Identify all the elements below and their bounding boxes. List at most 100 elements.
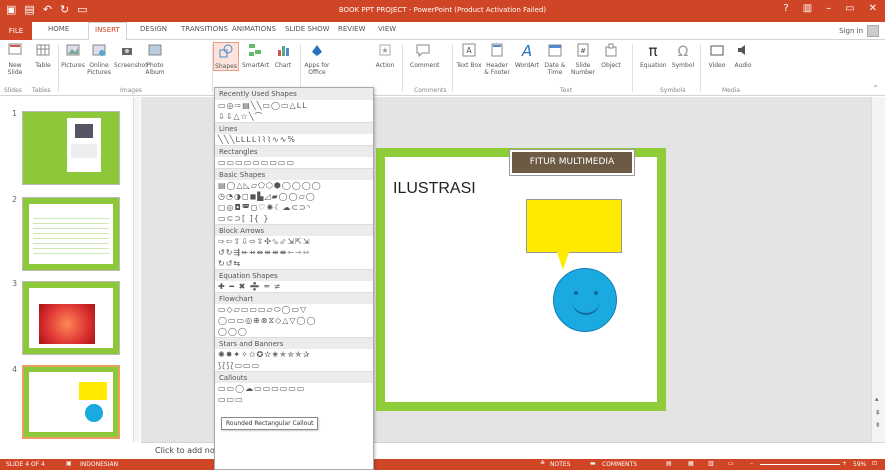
zoom-in-icon[interactable]: + <box>842 460 847 467</box>
normal-view-icon[interactable]: ▤ <box>666 460 672 467</box>
help-icon[interactable]: ? <box>783 3 788 14</box>
fit-slide-icon[interactable]: ⊡ <box>872 460 877 467</box>
slide-number-button[interactable]: # Slide Number <box>570 42 596 76</box>
zoom-slider[interactable] <box>760 464 840 465</box>
smiley-face-shape[interactable] <box>553 268 617 332</box>
shape-row[interactable]: ▭▭▭ <box>215 394 373 405</box>
reading-view-icon[interactable]: ▥ <box>708 460 714 467</box>
text-box-button[interactable]: A Text Box <box>456 42 482 69</box>
comments-toggle[interactable]: COMMENTS <box>602 461 637 468</box>
notes-toggle[interactable]: NOTES <box>550 461 570 468</box>
shape-row[interactable]: ✺✸✦✧✩✪✫✬✭✮✯✰ <box>215 349 373 360</box>
thumbnail-content <box>29 372 113 432</box>
shape-row[interactable]: ▢◎◘◚◻♡✺☾☁⊂⊃◝ <box>215 202 373 213</box>
shape-row[interactable]: ⟆⟅⟆⟅▭▭▭ <box>215 360 373 371</box>
photo-album-button[interactable]: Photo Album <box>142 42 168 76</box>
window-title: BOOK PPT PROJECT - PowerPoint (Product A… <box>338 6 547 14</box>
shape-row[interactable]: ✚ ━ ✖ ➗ ═ ≠ <box>215 281 373 292</box>
tab-home[interactable]: HOME <box>48 25 69 33</box>
tab-review[interactable]: REVIEW <box>338 25 365 33</box>
symbol-button[interactable]: Ω Symbol <box>670 42 696 69</box>
shape-row[interactable]: ╲╲╲ᒪᒪᒪᒪ⌇⌇⌇∿∿% <box>215 134 373 145</box>
language-status[interactable]: INDONESIAN <box>80 461 118 468</box>
smartart-icon <box>249 44 261 56</box>
online-pictures-icon <box>92 44 106 56</box>
spelling-icon[interactable]: ▣ <box>66 460 72 467</box>
slide-thumbnail-4[interactable] <box>22 365 120 439</box>
shape-row[interactable]: ▭▭◯☁▭▭▭▭▭▭ <box>215 383 373 394</box>
photo-album-icon <box>148 44 162 56</box>
slide-thumbnail-3[interactable] <box>22 281 120 355</box>
slide-show-icon[interactable]: ▭ <box>728 460 734 467</box>
editor-scrollbar[interactable]: ▴ ⇞ ⇟ <box>871 97 885 442</box>
header-footer-button[interactable]: Header & Footer <box>484 42 510 76</box>
shape-row[interactable]: ▤◯△◺▱⬠⬡⬢◯◯◯◯ <box>215 180 373 191</box>
chart-button[interactable]: Chart <box>270 42 296 69</box>
apps-for-office-button[interactable]: Apps for Office <box>304 42 330 76</box>
thumbnail-table <box>33 214 109 258</box>
shape-row[interactable]: ▭▭▭▭▭▭▭▭▭ <box>215 157 373 168</box>
section-stars-banners: Stars and Banners <box>215 337 373 349</box>
collapse-ribbon-icon[interactable]: ⌃ <box>872 84 879 93</box>
close-icon[interactable]: ✕ <box>869 3 877 14</box>
tab-slide-show[interactable]: SLIDE SHOW <box>285 25 330 33</box>
tab-view[interactable]: VIEW <box>378 25 396 33</box>
smartart-button[interactable]: SmartArt <box>242 42 269 69</box>
new-slide-icon <box>8 43 22 55</box>
shape-row[interactable]: ↻↺⇆ <box>215 258 373 269</box>
minimize-icon[interactable]: – <box>826 3 831 14</box>
shape-tooltip: Rounded Rectangular Callout <box>221 417 319 430</box>
shape-row[interactable]: ↺↻⇶⇷⇸⇹⇺⇻⇼⇽⇾⇿ <box>215 247 373 258</box>
new-slide-button[interactable]: New Slide <box>2 42 28 76</box>
sign-in[interactable]: Sign in <box>839 25 879 37</box>
thumbnail-flower-image <box>39 304 95 344</box>
tab-animations[interactable]: ANIMATIONS <box>232 25 276 33</box>
slide-number-label: Slide Number <box>570 62 596 76</box>
next-slide-icon[interactable]: ⇟ <box>875 421 881 429</box>
shape-row[interactable]: ◯▭▭◎⊕⊗⧖◇△▽◯◯ <box>215 315 373 326</box>
zoom-out-icon[interactable]: – <box>750 460 753 467</box>
online-pictures-button[interactable]: Online Pictures <box>86 42 112 76</box>
shape-row[interactable]: ⇩⇩△☆╲⌒ <box>215 111 373 122</box>
pictures-button[interactable]: Pictures <box>60 42 86 69</box>
smiley-eye <box>594 291 598 295</box>
shapes-button[interactable]: Shapes <box>213 42 239 71</box>
shape-row[interactable]: ⇨⇦⇧⇩⬄⇳✣⬂⬃⇲⇱⇲ <box>215 236 373 247</box>
shape-row[interactable]: ▭◇▱▭▭▭▱⬭◯▭▽ <box>215 304 373 315</box>
tab-transitions[interactable]: TRANSITIONS <box>181 25 228 33</box>
apps-label: Apps for Office <box>304 62 330 76</box>
video-button[interactable]: Video <box>704 42 730 69</box>
tab-file[interactable]: FILE <box>0 22 32 40</box>
equation-button[interactable]: π Equation <box>640 42 667 69</box>
comment-button[interactable]: Comment <box>410 42 439 69</box>
shape-row[interactable]: ◯◯◯ <box>215 326 373 337</box>
action-button[interactable]: ★ Action <box>372 42 398 69</box>
shape-row[interactable]: ▭◎⇨▤╲╲▭◯▭△ᒪᒪ <box>215 100 373 111</box>
shape-row[interactable]: ◷◔◑◻◼▙◿▰◯◯▱◯ <box>215 191 373 202</box>
slide-section-tag[interactable]: FITUR MULTIMEDIA <box>510 150 634 175</box>
tab-design[interactable]: DESIGN <box>140 25 167 33</box>
group-separator <box>452 44 453 92</box>
slide-thumbnail-2[interactable] <box>22 197 120 271</box>
thumbnails-scrollbar[interactable] <box>133 97 140 442</box>
slide-thumbnail-1[interactable] <box>22 111 120 185</box>
table-button[interactable]: Table <box>30 42 56 69</box>
video-icon <box>710 45 724 56</box>
slide-title[interactable]: ILUSTRASI <box>393 180 476 198</box>
object-button[interactable]: Object <box>598 42 624 69</box>
speech-callout-shape[interactable] <box>526 199 622 253</box>
speaker-icon <box>738 45 745 55</box>
date-time-button[interactable]: Date & Time <box>542 42 568 76</box>
audio-button[interactable]: Audio <box>730 42 756 69</box>
wordart-button[interactable]: A WordArt <box>514 42 540 69</box>
zoom-level[interactable]: 59% <box>853 461 866 468</box>
tab-insert[interactable]: INSERT <box>88 22 127 41</box>
slide-sorter-icon[interactable]: ▦ <box>688 460 694 467</box>
screenshot-button[interactable]: Screenshot <box>114 42 148 69</box>
ribbon-display-icon[interactable]: ▥ <box>803 3 812 14</box>
shape-row[interactable]: ▭⊂⊃[ ]{ } <box>215 213 373 224</box>
object-label: Object <box>601 62 621 69</box>
previous-slide-icon[interactable]: ⇞ <box>875 409 881 417</box>
restore-icon[interactable]: ▭ <box>845 3 854 14</box>
scroll-up-icon[interactable]: ▴ <box>875 395 879 403</box>
